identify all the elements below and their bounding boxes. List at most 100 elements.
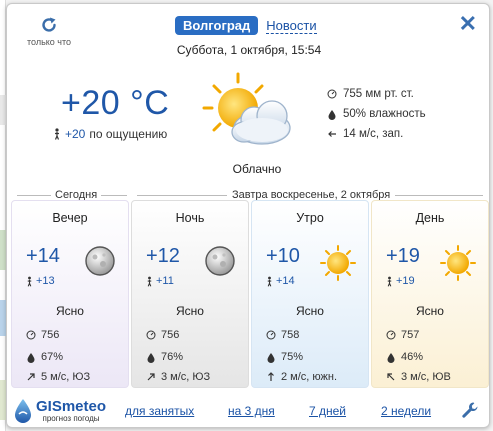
barometer-icon [26, 330, 36, 340]
card-pressure: 758 [266, 329, 299, 341]
humidity-row: 50% влажность [327, 104, 426, 124]
card-temperature: +14 [26, 245, 60, 267]
wind-arrow-icon [268, 372, 274, 381]
feels-like: +20 по ощущению [53, 127, 167, 141]
card-wind-value: 2 м/с, южн. [281, 371, 338, 383]
card-feels-value: +13 [36, 275, 55, 287]
tab-news[interactable]: Новости [266, 18, 317, 34]
card-humidity: 75% [266, 351, 303, 363]
logo-subtitle: прогноз погоды [42, 413, 100, 423]
divider [137, 195, 227, 196]
card-feels-value: +11 [156, 275, 174, 287]
card-temperature: +19 [386, 245, 420, 267]
top-tabs: Волгоград Новости [175, 16, 317, 35]
card-description: Ясно [176, 304, 204, 318]
card-humidity: 46% [386, 351, 423, 363]
barometer-icon [386, 330, 396, 340]
wrench-icon[interactable] [461, 401, 479, 424]
card-pressure-value: 756 [161, 329, 180, 341]
moon-icon [84, 245, 116, 282]
barometer-icon [327, 89, 337, 99]
card-feels-like: +19 [386, 275, 415, 287]
divider [17, 195, 51, 196]
card-title: Вечер [52, 211, 88, 225]
logo-text: GISmeteo [36, 397, 107, 415]
current-date: Суббота, 1 октября, 15:54 [176, 43, 322, 57]
forecast-card-evening: Вечер +14 +13 Ясно 756 67% 5 м/с, ЮЗ [11, 200, 129, 388]
sun-cloud-icon [200, 70, 296, 159]
card-temperature: +12 [146, 245, 180, 267]
card-humidity-value: 75% [281, 351, 304, 363]
card-pressure: 756 [26, 329, 59, 341]
pressure-row: 755 мм рт. ст. [327, 84, 426, 104]
card-feels-like: +13 [26, 275, 55, 287]
card-pressure: 757 [386, 329, 419, 341]
sun-icon [440, 245, 476, 286]
wind-arrow-icon [328, 131, 336, 137]
card-wind: 3 м/с, ЮВ [386, 371, 451, 383]
card-pressure-value: 758 [281, 329, 300, 341]
person-icon [147, 276, 152, 287]
current-condition: Облачно [232, 162, 282, 176]
card-pressure: 756 [146, 329, 179, 341]
person-icon [387, 276, 392, 287]
card-description: Ясно [296, 304, 324, 318]
feels-like-value: +20 [65, 127, 86, 141]
current-stats: 755 мм рт. ст. 50% влажность 14 м/с, зап… [327, 84, 426, 144]
moon-icon [204, 245, 236, 282]
forecast-card-night: Ночь +12 +11 Ясно 756 76% 3 м/с, ЮЗ [131, 200, 249, 388]
card-description: Ясно [56, 304, 84, 318]
card-feels-value: +19 [396, 275, 415, 287]
card-feels-value: +14 [276, 275, 295, 287]
feels-like-label: по ощущению [89, 127, 168, 141]
card-wind-value: 3 м/с, ЮЗ [161, 371, 211, 383]
card-wind: 3 м/с, ЮЗ [146, 371, 210, 383]
drop-icon [27, 352, 35, 363]
humidity-value: 50% влажность [343, 108, 426, 120]
pressure-value: 755 мм рт. ст. [343, 88, 414, 100]
card-wind-value: 5 м/с, ЮЗ [41, 371, 91, 383]
barometer-icon [146, 330, 156, 340]
drop-icon [387, 352, 395, 363]
card-humidity-value: 76% [161, 351, 184, 363]
close-icon[interactable]: ✕ [459, 13, 477, 35]
card-humidity-value: 46% [401, 351, 424, 363]
card-title: День [415, 211, 445, 225]
link-3-days[interactable]: на 3 дня [228, 404, 275, 418]
weather-popup: только что Волгоград Новости ✕ Суббота, … [6, 3, 490, 428]
drop-icon [147, 352, 155, 363]
card-humidity: 67% [26, 351, 63, 363]
card-feels-like: +14 [266, 275, 295, 287]
card-feels-like: +11 [146, 275, 174, 287]
person-icon [27, 276, 32, 287]
card-title: Ночь [175, 211, 205, 225]
drop-icon [267, 352, 275, 363]
divider [101, 195, 127, 196]
wind-row: 14 м/с, зап. [327, 124, 426, 144]
person-icon [54, 128, 60, 140]
card-humidity: 76% [146, 351, 183, 363]
gismeteo-logo[interactable]: GISmeteo прогноз погоды [13, 398, 106, 424]
card-pressure-value: 757 [401, 329, 420, 341]
forecast-card-day: День +19 +19 Ясно 757 46% 3 м/с, ЮВ [371, 200, 489, 388]
card-temperature: +10 [266, 245, 300, 267]
link-2-weeks[interactable]: 2 недели [381, 404, 431, 418]
drop-icon [328, 109, 336, 120]
wind-arrow-icon [27, 373, 35, 381]
logo-text-block: GISmeteo прогноз погоды [36, 397, 107, 423]
current-temperature: +20 °C [61, 84, 170, 122]
card-title: Утро [296, 211, 324, 225]
card-wind-value: 3 м/с, ЮВ [401, 371, 451, 383]
tab-city[interactable]: Волгоград [175, 16, 259, 35]
link-busy[interactable]: для занятых [125, 404, 194, 418]
link-7-days[interactable]: 7 дней [309, 404, 346, 418]
sun-icon [320, 245, 356, 286]
divider [395, 195, 483, 196]
card-description: Ясно [416, 304, 444, 318]
drop-logo-icon [15, 399, 31, 423]
card-pressure-value: 756 [41, 329, 60, 341]
footer: GISmeteo прогноз погоды для занятых на 3… [7, 394, 489, 427]
wind-arrow-icon [147, 373, 155, 381]
wind-arrow-icon [387, 373, 395, 381]
forecast-card-morning: Утро +10 +14 Ясно 758 75% 2 м/с, южн. [251, 200, 369, 388]
